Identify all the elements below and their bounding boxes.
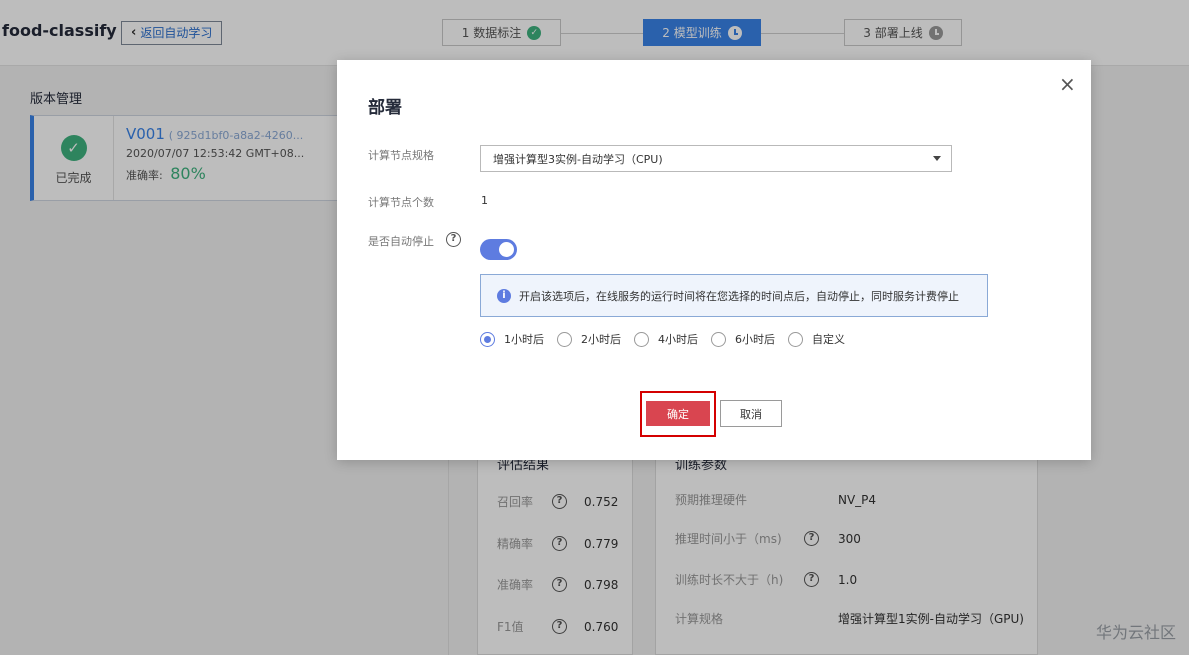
close-icon[interactable]: × <box>1059 74 1076 94</box>
radio-label: 2小时后 <box>581 333 621 346</box>
spec-label: 计算节点规格 <box>368 149 434 162</box>
auto-stop-info: i 开启该选项后，在线服务的运行时间将在您选择的时间点后，自动停止，同时服务计费… <box>480 274 988 317</box>
auto-stop-label: 是否自动停止 <box>368 235 434 248</box>
node-count-label: 计算节点个数 <box>368 196 434 209</box>
radio-button[interactable] <box>711 331 726 347</box>
node-count-value: 1 <box>481 194 488 207</box>
caret-down-icon <box>933 156 941 161</box>
radio-label: 6小时后 <box>735 333 775 346</box>
radio-option-custom[interactable]: 自定义 <box>788 331 845 347</box>
auto-stop-toggle[interactable] <box>480 239 517 260</box>
help-icon[interactable]: ? <box>446 232 461 247</box>
radio-button[interactable] <box>634 331 649 347</box>
radio-label: 1小时后 <box>504 333 544 346</box>
compute-spec-select[interactable]: 增强计算型3实例-自动学习（CPU) <box>480 145 952 172</box>
radio-label: 自定义 <box>812 333 845 346</box>
radio-option-1h[interactable]: 1小时后 <box>480 331 544 347</box>
info-icon: i <box>497 288 511 303</box>
radio-label: 4小时后 <box>658 333 698 346</box>
info-text: 开启该选项后，在线服务的运行时间将在您选择的时间点后，自动停止，同时服务计费停止 <box>519 289 959 303</box>
radio-option-6h[interactable]: 6小时后 <box>711 331 775 347</box>
radio-option-4h[interactable]: 4小时后 <box>634 331 698 347</box>
radio-button[interactable] <box>557 331 572 347</box>
stop-time-options: 1小时后 2小时后 4小时后 6小时后 自定义 <box>480 331 858 347</box>
radio-button[interactable] <box>788 331 803 347</box>
confirm-button[interactable]: 确定 <box>646 401 710 426</box>
toggle-knob <box>499 242 514 257</box>
radio-option-2h[interactable]: 2小时后 <box>557 331 621 347</box>
cancel-button[interactable]: 取消 <box>720 400 782 427</box>
radio-button[interactable] <box>480 331 495 347</box>
dialog-title: 部署 <box>368 98 402 118</box>
compute-spec-value: 增强计算型3实例-自动学习（CPU) <box>493 152 663 166</box>
deploy-dialog: × 部署 计算节点规格 增强计算型3实例-自动学习（CPU) 计算节点个数 1 … <box>337 60 1091 460</box>
